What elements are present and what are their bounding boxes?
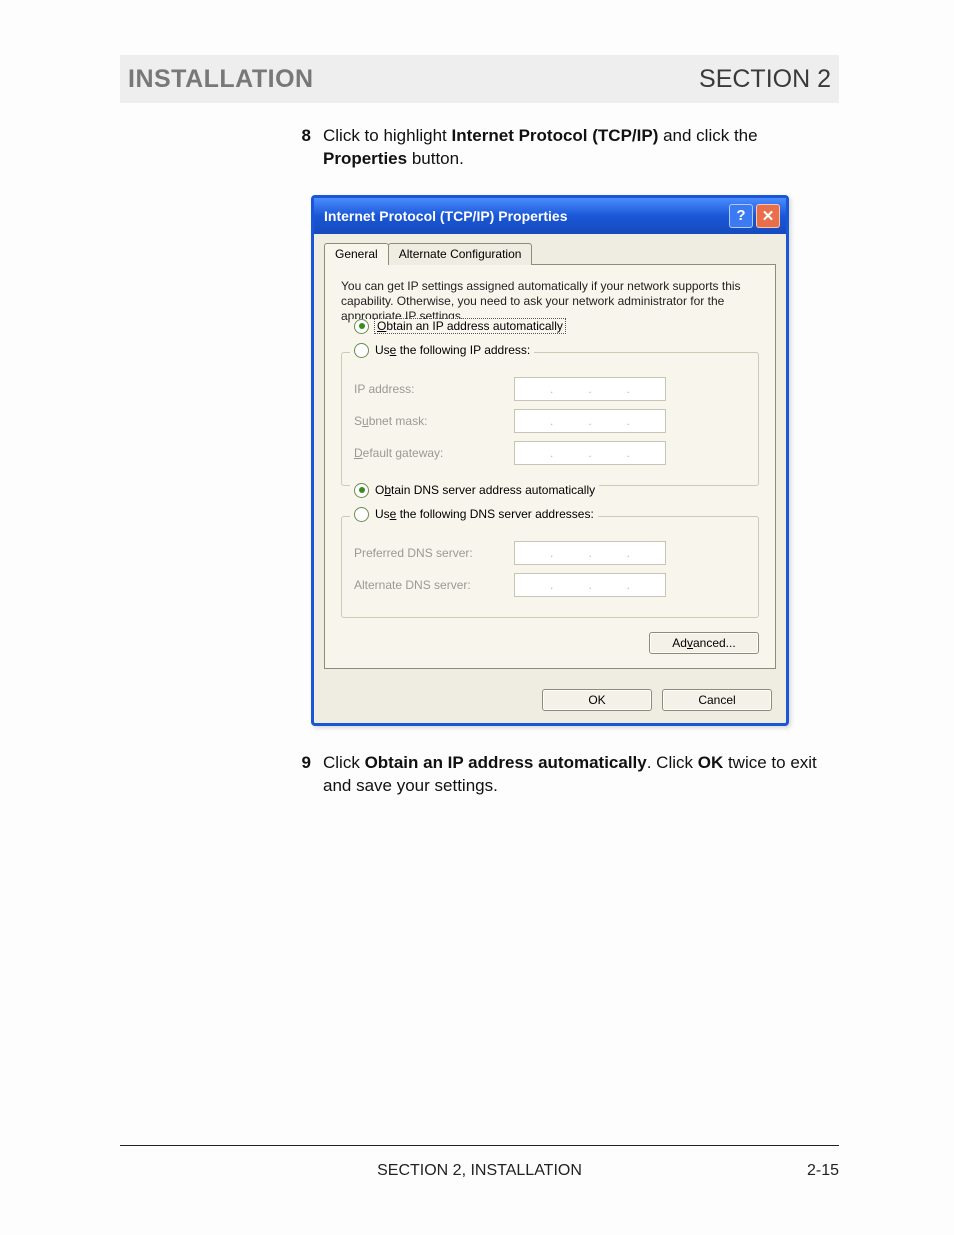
- step-number: 8: [285, 125, 311, 171]
- cancel-button[interactable]: Cancel: [662, 689, 772, 711]
- step-text: Click Obtain an IP address automatically…: [323, 752, 831, 798]
- page-footer: SECTION 2, INSTALLATION 2-15: [120, 1145, 839, 1180]
- ip-address-group: Obtain an IP address automatically Use t…: [341, 352, 759, 486]
- preferred-dns-input[interactable]: ...: [514, 541, 666, 565]
- subnet-mask-label: Subnet mask:: [354, 414, 514, 428]
- close-icon[interactable]: ✕: [756, 204, 780, 228]
- dialog-footer-buttons: OK Cancel: [314, 679, 786, 723]
- ip-address-input[interactable]: ...: [514, 377, 666, 401]
- default-gateway-label: Default gateway:: [354, 446, 514, 460]
- step-8: 8 Click to highlight Internet Protocol (…: [285, 125, 831, 171]
- radio-obtain-dns-auto[interactable]: Obtain DNS server address automatically: [350, 483, 599, 498]
- footer-page-number: 2-15: [749, 1162, 839, 1180]
- dns-group: Obtain DNS server address automatically …: [341, 516, 759, 618]
- step-9: 9 Click Obtain an IP address automatical…: [285, 752, 831, 798]
- radio-icon: [354, 507, 369, 522]
- radio-use-following-ip[interactable]: Use the following IP address:: [350, 343, 534, 358]
- tab-alternate-configuration[interactable]: Alternate Configuration: [388, 243, 533, 265]
- radio-label: Use the following DNS server addresses:: [375, 507, 594, 521]
- step-text: Click to highlight Internet Protocol (TC…: [323, 125, 831, 171]
- preferred-dns-label: Preferred DNS server:: [354, 546, 514, 560]
- footer-center-text: SECTION 2, INSTALLATION: [210, 1162, 749, 1180]
- header-title-left: INSTALLATION: [128, 65, 314, 94]
- default-gateway-input[interactable]: ...: [514, 441, 666, 465]
- radio-icon: [354, 483, 369, 498]
- radio-use-following-dns[interactable]: Use the following DNS server addresses:: [350, 507, 598, 522]
- dialog-titlebar[interactable]: Internet Protocol (TCP/IP) Properties ? …: [314, 198, 786, 234]
- tab-strip: General Alternate Configuration: [314, 234, 786, 264]
- alternate-dns-input[interactable]: ...: [514, 573, 666, 597]
- advanced-button[interactable]: Advanced...: [649, 632, 759, 654]
- ip-address-label: IP address:: [354, 382, 514, 396]
- step-number: 9: [285, 752, 311, 798]
- tcpip-properties-dialog: Internet Protocol (TCP/IP) Properties ? …: [311, 195, 789, 726]
- dialog-title: Internet Protocol (TCP/IP) Properties: [324, 208, 567, 224]
- subnet-mask-input[interactable]: ...: [514, 409, 666, 433]
- dialog-description: You can get IP settings assigned automat…: [341, 279, 759, 324]
- radio-label: Obtain an IP address automatically: [375, 319, 565, 333]
- alternate-dns-label: Alternate DNS server:: [354, 578, 514, 592]
- page-header: INSTALLATION SECTION 2: [120, 55, 839, 103]
- help-icon[interactable]: ?: [729, 204, 753, 228]
- tab-general[interactable]: General: [324, 243, 389, 265]
- ok-button[interactable]: OK: [542, 689, 652, 711]
- tab-body: You can get IP settings assigned automat…: [324, 264, 776, 669]
- radio-icon: [354, 319, 369, 334]
- radio-icon: [354, 343, 369, 358]
- radio-label: Obtain DNS server address automatically: [375, 483, 595, 497]
- radio-obtain-ip-auto[interactable]: Obtain an IP address automatically: [350, 319, 569, 334]
- header-title-right: SECTION 2: [699, 65, 831, 94]
- radio-label: Use the following IP address:: [375, 343, 530, 357]
